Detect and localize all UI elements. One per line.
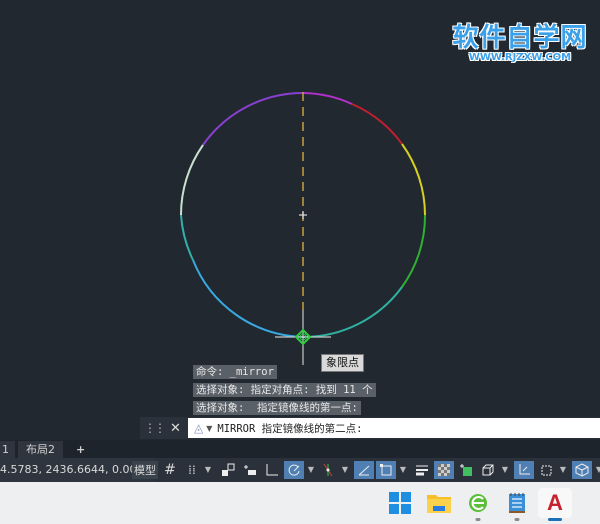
watermark-title: 软件自学网 bbox=[452, 23, 588, 53]
object-snap-tracking-icon[interactable] bbox=[354, 461, 374, 479]
gizmo-icon[interactable] bbox=[572, 461, 592, 479]
tab-layout1[interactable]: 1 bbox=[0, 441, 15, 458]
status-bar: 4.5783, 2436.6644, 0.0000 模型 # ⁞⁞ ▼ ▼ ▼ … bbox=[0, 458, 600, 482]
polar-dropdown-icon[interactable]: ▼ bbox=[306, 461, 316, 479]
recent-commands-dropdown-icon[interactable]: ▼ bbox=[206, 424, 212, 433]
circle-arc-green[interactable] bbox=[401, 214, 427, 288]
object-snap-dropdown-icon[interactable]: ▼ bbox=[398, 461, 408, 479]
grid-toggle-icon[interactable]: # bbox=[160, 461, 180, 479]
circle-arc-purple[interactable] bbox=[202, 91, 304, 146]
active-indicator bbox=[548, 518, 562, 521]
object-snap-icon[interactable] bbox=[376, 461, 396, 479]
windows-start-icon[interactable] bbox=[385, 488, 415, 518]
notepad-icon[interactable] bbox=[502, 488, 532, 521]
file-explorer-icon[interactable] bbox=[424, 488, 454, 518]
lineweight-icon[interactable] bbox=[412, 461, 432, 479]
command-input[interactable]: ◬ ▼ MIRROR 指定镜像线的第二点: bbox=[188, 418, 600, 438]
command-prompt: MIRROR 指定镜像线的第二点: bbox=[217, 422, 363, 435]
model-space-button[interactable]: 模型 bbox=[132, 461, 158, 479]
layout-tabs: 1 布局2 + bbox=[0, 440, 600, 458]
ortho-mode-icon[interactable] bbox=[262, 461, 282, 479]
snap-tooltip: 象限点 bbox=[321, 354, 364, 372]
command-line: ⋮⋮ ✕ ◬ ▼ MIRROR 指定镜像线的第二点: bbox=[140, 417, 600, 439]
autocad-icon[interactable]: A bbox=[538, 488, 572, 521]
mirror-command-icon[interactable]: ◬ bbox=[194, 421, 203, 435]
taskbar: A bbox=[0, 482, 600, 524]
browser-icon[interactable] bbox=[463, 488, 493, 521]
drag-handle-icon[interactable]: ⋮⋮ bbox=[144, 421, 166, 435]
watermark: 软件自学网 WWW.RJZXW.COM bbox=[440, 24, 600, 64]
isodraft-dropdown-icon[interactable]: ▼ bbox=[340, 461, 350, 479]
drawing-svg bbox=[179, 91, 427, 365]
command-history-line: 命令: _mirror bbox=[193, 365, 277, 379]
infer-constraints-icon[interactable] bbox=[218, 461, 238, 479]
command-history-line: 选择对象: 指定镜像线的第一点: bbox=[193, 401, 361, 415]
gizmo-dropdown-icon[interactable]: ▼ bbox=[594, 461, 600, 479]
add-layout-button[interactable]: + bbox=[68, 441, 93, 458]
running-indicator bbox=[514, 518, 520, 521]
circle-arc-yellow[interactable] bbox=[401, 143, 426, 216]
selection-cycling-icon[interactable] bbox=[456, 461, 476, 479]
selection-filter-dropdown-icon[interactable]: ▼ bbox=[558, 461, 568, 479]
circle-arc-teal[interactable] bbox=[302, 286, 403, 339]
circle-arc-magenta[interactable] bbox=[302, 92, 353, 105]
snap-dropdown-icon[interactable]: ▼ bbox=[203, 461, 213, 479]
dynamic-ucs-icon[interactable] bbox=[514, 461, 534, 479]
isodraft-icon[interactable] bbox=[318, 461, 338, 479]
running-indicator bbox=[475, 518, 481, 521]
snap-toggle-icon[interactable]: ⁞⁞ bbox=[182, 461, 202, 479]
circle-arc-white[interactable] bbox=[179, 144, 204, 216]
close-icon[interactable]: ✕ bbox=[170, 421, 181, 436]
dynamic-input-icon[interactable] bbox=[240, 461, 260, 479]
command-history-line: 选择对象: 指定对角点: 找到 11 个 bbox=[193, 383, 376, 397]
transparency-icon[interactable] bbox=[434, 461, 454, 479]
3d-object-snap-icon[interactable] bbox=[478, 461, 498, 479]
selection-filter-icon[interactable] bbox=[536, 461, 556, 479]
circle-arc-blue[interactable] bbox=[192, 259, 304, 338]
circle-arc-red[interactable] bbox=[351, 103, 403, 145]
3d-osnap-dropdown-icon[interactable]: ▼ bbox=[500, 461, 510, 479]
circle-arc-cyan[interactable] bbox=[180, 214, 194, 261]
tab-layout2[interactable]: 布局2 bbox=[18, 441, 63, 458]
watermark-url: WWW.RJZXW.COM bbox=[468, 52, 572, 63]
polar-tracking-icon[interactable] bbox=[284, 461, 304, 479]
drawing-canvas[interactable]: 软件自学网 WWW.RJZXW.COM 象限点 命令: _mirror 选择对象… bbox=[0, 0, 600, 438]
